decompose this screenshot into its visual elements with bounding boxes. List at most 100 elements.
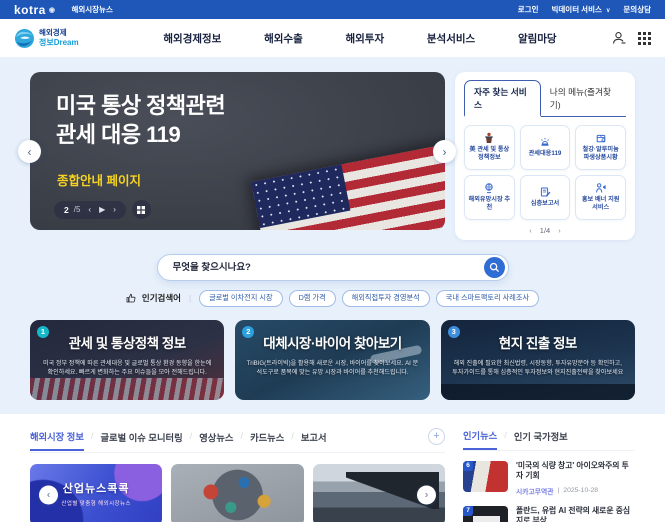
trade-office-label: 시카고무역관 xyxy=(516,486,554,496)
banner-play-icon[interactable]: ▶ xyxy=(99,205,105,214)
promo-card-local-entry[interactable]: 3 현지 진출 정보 해외 진출에 필요한 최신법령, 시장동향, 투자유망분야… xyxy=(441,320,635,400)
report-pencil-icon xyxy=(539,186,551,198)
tab-my-menu[interactable]: 나의 메뉴(즐겨찾기) xyxy=(541,81,626,116)
nav-item-analysis[interactable]: 분석서비스 xyxy=(427,31,475,46)
banner-next-icon[interactable]: › xyxy=(113,205,116,214)
tab-overseas-market-info[interactable]: 해외시장 정보 xyxy=(30,429,84,451)
popular-panel: 인기뉴스 / 인기 국가정보 6 '미국의 식량 창고' 아이오와주의 투자 기… xyxy=(463,428,635,522)
news-item-title: '미국의 식량 창고' 아이오와주의 투자 기회 xyxy=(516,461,635,482)
promo-title: 관세 및 통상정책 정보 xyxy=(30,332,224,352)
quick-card-label: 심층보고서 xyxy=(528,200,562,208)
divider: | xyxy=(558,487,560,494)
quick-card-label: 철강·알루미늄 파생상품시황 xyxy=(576,146,625,162)
search-icon xyxy=(489,262,500,273)
news-carousel-next-button[interactable]: › xyxy=(417,485,436,504)
chevron-right-icon: › xyxy=(443,145,447,159)
carousel-prev-button[interactable]: ‹ xyxy=(18,140,41,163)
banner-subtitle: 종합안내 페이지 xyxy=(57,170,141,189)
keyword-pill[interactable]: 국내 스마트팩토리 사례조사 xyxy=(436,290,539,307)
site-logo[interactable]: 해외경제 정보Dream xyxy=(14,28,126,49)
logo-line1: 해외경제 xyxy=(39,29,79,38)
quick-page-indicator: 1/4 xyxy=(540,226,550,235)
promo-card-tariff-policy[interactable]: 1 관세 및 통상정책 정보 미국 정부 정책에 따른 관세대응 및 글로벌 통… xyxy=(30,320,224,400)
bottom-section: 해외시장 정보 / 글로벌 이슈 모니터링 / 영상뉴스 / 카드뉴스 / 보고… xyxy=(0,414,665,522)
carousel-next-button[interactable]: › xyxy=(433,140,456,163)
quick-card-tariff-119[interactable]: 관세대응119 xyxy=(520,125,571,170)
popular-news-item[interactable]: 7 폴란드, 유럽 AI 전략의 새로운 중심지로 부상 바르샤바무역관 | 2… xyxy=(463,506,635,522)
nav-item-investment[interactable]: 해외투자 xyxy=(345,31,384,46)
kotra-logo[interactable]: kotra ◉ xyxy=(14,3,55,17)
news-card-collage-image[interactable] xyxy=(171,464,303,522)
search-input[interactable] xyxy=(173,262,484,273)
tab-separator: / xyxy=(240,431,243,441)
nav-item-export[interactable]: 해외수출 xyxy=(264,31,303,46)
package-icon xyxy=(595,132,607,144)
quick-card-label: 美 관세 및 통상정책정보 xyxy=(465,146,514,162)
news-item-body: 폴란드, 유럽 AI 전략의 새로운 중심지로 부상 바르샤바무역관 | 202… xyxy=(516,506,635,522)
banner-title-line2: 관세 대응 119 xyxy=(56,120,225,149)
banner-list-button[interactable] xyxy=(132,200,151,219)
search-button[interactable] xyxy=(484,257,505,278)
bigdata-service-link[interactable]: 빅데이터 서비스 ∨ xyxy=(552,4,611,15)
tab-popular-country-info[interactable]: 인기 국가정보 xyxy=(514,429,568,449)
nav-item-overseas-economy[interactable]: 해외경제정보 xyxy=(163,31,221,46)
overseas-market-news-link[interactable]: 해외시장뉴스 xyxy=(71,4,112,15)
promo-card-alternative-markets[interactable]: 2 대체시장·바이어 찾아보기 TriBIG(트라이빅)을 활용해 새로운 시장… xyxy=(235,320,429,400)
utility-links: 로그인 빅데이터 서비스 ∨ 문의상담 xyxy=(518,4,651,15)
us-flag-graphic xyxy=(251,140,445,230)
news-tabs: 해외시장 정보 / 글로벌 이슈 모니터링 / 영상뉴스 / 카드뉴스 / 보고… xyxy=(30,428,445,453)
quick-next-icon[interactable]: › xyxy=(558,226,561,235)
news-thumbnail: 6 xyxy=(463,461,508,492)
login-link[interactable]: 로그인 xyxy=(518,4,539,15)
quick-service-panel: 자주 찾는 서비스 나의 메뉴(즐겨찾기) 美 관세 및 통상정책정보 xyxy=(455,72,635,240)
banner-pager: 2 /5 ‹ ▶ › xyxy=(54,201,126,219)
keyword-pill[interactable]: 글로벌 이차전지 시장 xyxy=(199,290,283,307)
tab-card-news[interactable]: 카드뉴스 xyxy=(250,430,284,450)
banner-grid-icon xyxy=(137,206,145,214)
divider: | xyxy=(189,294,191,303)
banner-prev-icon[interactable]: ‹ xyxy=(88,205,91,214)
logo-line2: 정보Dream xyxy=(39,38,79,47)
chevron-down-icon: ∨ xyxy=(606,8,610,14)
news-carousel-prev-button[interactable]: ‹ xyxy=(39,485,58,504)
app-grid-icon[interactable] xyxy=(638,32,651,45)
tab-global-issue-monitoring[interactable]: 글로벌 이슈 모니터링 xyxy=(101,430,183,450)
quick-card-banner-support[interactable]: 홍보 배너 지원 서비스 xyxy=(575,175,626,220)
search-bar xyxy=(157,254,509,281)
main-banner[interactable]: 미국 통상 정책관련 관세 대응 119 종합안내 페이지 2 /5 ‹ ▶ › xyxy=(30,72,445,230)
banner-page-current: 2 xyxy=(64,205,69,215)
more-button[interactable]: + xyxy=(428,428,445,445)
user-icon[interactable] xyxy=(612,31,626,45)
popular-keywords-row: 인기검색어 | 글로벌 이차전지 시장 D램 가격 해외직접투자 경영분석 국내… xyxy=(30,290,635,307)
quick-card-indepth-report[interactable]: 심층보고서 xyxy=(520,175,571,220)
tab-separator: / xyxy=(291,431,294,441)
megaphone-person-icon xyxy=(595,182,607,194)
promo-description: 해외 진출에 필요한 최신법령, 시장동향, 투자유망분야 등 확인하고, 투자… xyxy=(450,359,625,378)
main-navigation: 해외경제 정보Dream 해외경제정보 해외수출 해외투자 분석서비스 알림마당 xyxy=(0,19,665,57)
search-area xyxy=(30,254,635,281)
tab-popular-news[interactable]: 인기뉴스 xyxy=(463,428,497,450)
tab-video-news[interactable]: 영상뉴스 xyxy=(199,430,233,450)
nav-item-notice[interactable]: 알림마당 xyxy=(518,31,557,46)
keyword-pill[interactable]: 해외직접투자 경영분석 xyxy=(342,290,430,307)
popular-news-item[interactable]: 6 '미국의 식량 창고' 아이오와주의 투자 기회 시카고무역관 | 2025… xyxy=(463,461,635,496)
quick-prev-icon[interactable]: ‹ xyxy=(529,226,532,235)
quick-card-us-tariff-policy[interactable]: 美 관세 및 통상정책정보 xyxy=(464,125,515,170)
banner-controls: 2 /5 ‹ ▶ › xyxy=(54,200,151,219)
promo-title: 현지 진출 정보 xyxy=(441,332,635,352)
tab-separator: / xyxy=(190,431,193,441)
nav-icons xyxy=(612,31,651,45)
rank-badge: 7 xyxy=(463,506,473,516)
popular-tabs: 인기뉴스 / 인기 국가정보 xyxy=(463,428,635,451)
siren-icon xyxy=(539,136,551,148)
contact-link[interactable]: 문의상담 xyxy=(623,4,651,15)
quick-card-promising-markets[interactable]: 해외유망시장 추천 xyxy=(464,175,515,220)
news-item-date: 2025-10-28 xyxy=(563,487,598,494)
keyword-pill[interactable]: D램 가격 xyxy=(289,290,336,307)
popular-keywords-label: 인기검색어 xyxy=(142,292,181,304)
tab-favorite-services[interactable]: 자주 찾는 서비스 xyxy=(464,80,541,117)
hero-top: 미국 통상 정책관련 관세 대응 119 종합안내 페이지 2 /5 ‹ ▶ › xyxy=(30,72,635,240)
quick-card-steel-aluminum[interactable]: 철강·알루미늄 파생상품시황 xyxy=(575,125,626,170)
podium-speaker-icon xyxy=(483,132,495,144)
tab-report[interactable]: 보고서 xyxy=(301,430,327,450)
